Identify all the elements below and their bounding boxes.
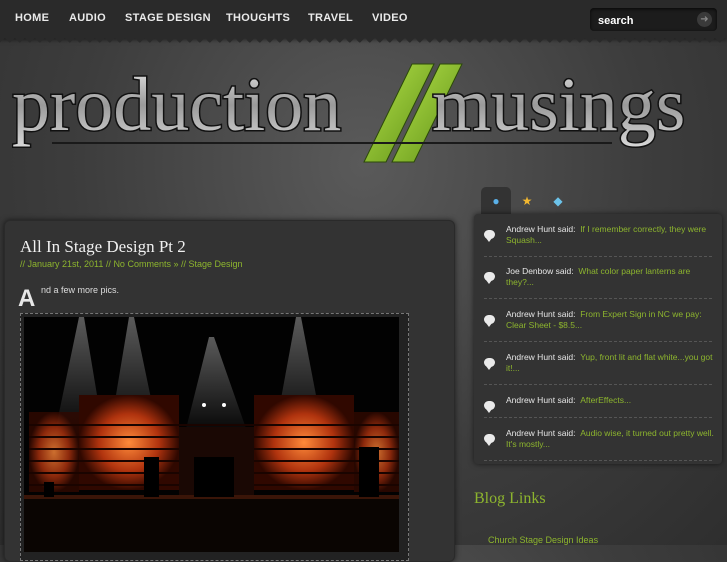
logo-text-production: production xyxy=(12,63,341,147)
comment-author: Andrew Hunt said: xyxy=(506,309,576,319)
nav-travel[interactable]: TRAVEL xyxy=(308,12,353,24)
nav-stage-design[interactable]: STAGE DESIGN xyxy=(125,12,211,24)
comment-author: Andrew Hunt said: xyxy=(506,395,576,405)
divider xyxy=(484,460,712,461)
tab-popular[interactable]: ★ xyxy=(512,187,542,215)
speech-bubble-icon xyxy=(484,230,495,242)
speech-bubble-icon xyxy=(484,401,495,413)
site-logo[interactable]: production musings xyxy=(12,62,724,166)
comment-author: Joe Denbow said: xyxy=(506,266,574,276)
search-box: ➜ xyxy=(590,8,717,31)
nav-audio[interactable]: AUDIO xyxy=(69,12,106,24)
comment-author: Andrew Hunt said: xyxy=(506,428,576,438)
nav-zigzag-edge xyxy=(0,38,727,46)
post-intro: nd a few more pics. xyxy=(41,285,120,295)
search-input[interactable] xyxy=(596,12,690,29)
post-meta: // January 21st, 2011 // No Comments » /… xyxy=(20,259,243,269)
logo-underline xyxy=(52,142,612,144)
comment-excerpt[interactable]: AfterEffects... xyxy=(580,395,631,405)
nav-video[interactable]: VIDEO xyxy=(372,12,408,24)
divider xyxy=(484,256,712,257)
blog-link[interactable]: Church Stage Design Ideas xyxy=(488,535,598,545)
top-navigation: HOME AUDIO STAGE DESIGN THOUGHTS TRAVEL … xyxy=(0,0,727,38)
tab-tags[interactable]: ◆ xyxy=(543,187,573,215)
star-icon: ★ xyxy=(521,194,533,208)
nav-home[interactable]: HOME xyxy=(15,12,49,24)
recent-comments-panel: Andrew Hunt said: If I remember correctl… xyxy=(474,214,722,464)
divider xyxy=(484,341,712,342)
post-comments-link[interactable]: No Comments » xyxy=(113,259,178,269)
post-photo-frame xyxy=(20,313,409,561)
post-title[interactable]: All In Stage Design Pt 2 xyxy=(20,237,186,257)
search-submit-icon[interactable]: ➜ xyxy=(697,12,712,27)
divider xyxy=(484,417,712,418)
divider xyxy=(484,384,712,385)
divider xyxy=(484,298,712,299)
stage-photo[interactable] xyxy=(24,317,399,552)
comment-author: Andrew Hunt said: xyxy=(506,224,576,234)
post-category-link[interactable]: Stage Design xyxy=(189,259,243,269)
stage-photo-image xyxy=(24,317,399,552)
comments-icon: ● xyxy=(492,194,500,208)
speech-bubble-icon xyxy=(484,272,495,284)
comment-author: Andrew Hunt said: xyxy=(506,352,576,362)
nav-thoughts[interactable]: THOUGHTS xyxy=(226,12,290,24)
speech-bubble-icon xyxy=(484,434,495,446)
tab-recent-comments[interactable]: ● xyxy=(481,187,511,215)
post-date[interactable]: January 21st, 2011 xyxy=(28,259,104,269)
post-dropcap: A xyxy=(18,285,36,312)
tag-icon: ◆ xyxy=(553,194,563,208)
post-card: All In Stage Design Pt 2 // January 21st… xyxy=(4,220,455,562)
speech-bubble-icon xyxy=(484,358,495,370)
blog-links-heading: Blog Links xyxy=(474,490,546,507)
speech-bubble-icon xyxy=(484,315,495,327)
logo-text-musings: musings xyxy=(432,63,685,147)
